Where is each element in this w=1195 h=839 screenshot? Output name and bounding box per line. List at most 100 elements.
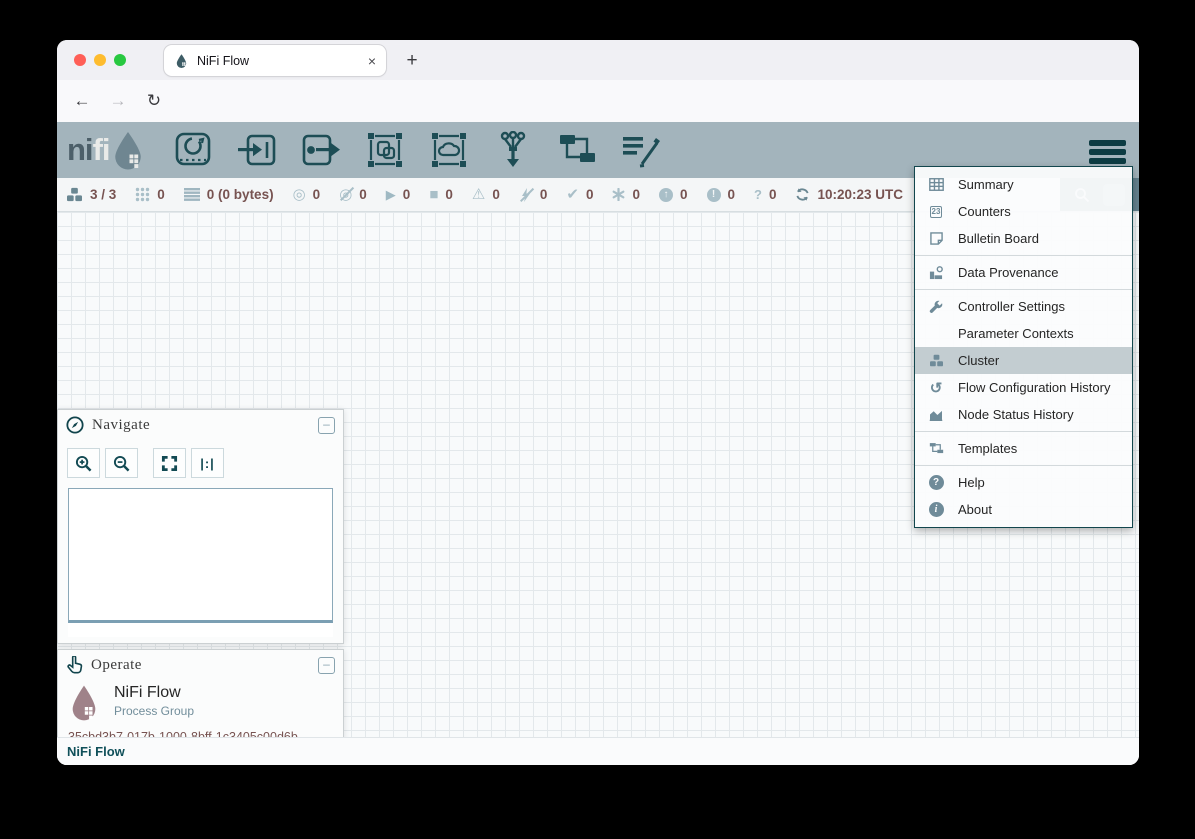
input-port-icon[interactable] [236, 131, 278, 169]
status-running: ▶ 0 [386, 187, 411, 202]
back-icon[interactable]: ← [69, 88, 95, 114]
refresh-time: 10:20:23 UTC [817, 187, 903, 202]
menu-item-help[interactable]: ? Help [915, 469, 1132, 496]
selected-flow-name: NiFi Flow [114, 684, 194, 702]
logo-text-fi: fi [93, 132, 110, 168]
selected-component: NiFi Flow Process Group [58, 680, 343, 722]
menu-item-counters[interactable]: 23 Counters [915, 198, 1132, 225]
new-tab-button[interactable]: + [399, 48, 425, 74]
template-icon[interactable] [556, 131, 598, 169]
refresh-icon[interactable] [795, 187, 810, 202]
sync-failure-icon: ? [754, 188, 762, 201]
counters-icon: 23 [927, 206, 945, 218]
menu-label: Controller Settings [958, 299, 1065, 314]
funnel-icon[interactable] [492, 131, 534, 169]
browser-tab[interactable]: NiFi Flow × [164, 45, 386, 76]
locally-modified-count: 0 [632, 187, 640, 202]
menu-item-bulletin-board[interactable]: Bulletin Board [915, 225, 1132, 252]
status-disabled: 0 [519, 187, 548, 202]
history-icon: ↺ [927, 379, 945, 397]
operate-title: Operate [91, 657, 142, 674]
menu-item-flow-configuration-history[interactable]: ↺ Flow Configuration History [915, 374, 1132, 401]
nifi-logo: nifi [67, 130, 146, 170]
birdseye-view[interactable] [68, 488, 333, 623]
reload-icon[interactable]: ↻ [141, 88, 167, 114]
running-count: 0 [403, 187, 411, 202]
processor-icon[interactable] [172, 131, 214, 169]
menu-item-parameter-contexts[interactable]: Parameter Contexts [915, 320, 1132, 347]
screenshot-stage: NiFi Flow × + ← → ↻ 192.168.40.11:8080/n… [0, 0, 1195, 839]
operate-collapse-button[interactable]: – [318, 657, 335, 674]
selected-flow-type: Process Group [114, 704, 194, 718]
menu-separator [915, 465, 1132, 466]
transmitting-icon: ◎ [293, 187, 306, 202]
status-sync-failure: ? 0 [754, 187, 776, 202]
not-transmitting-icon: ◎ [339, 187, 352, 202]
summary-icon [927, 178, 945, 191]
process-group-icon[interactable] [364, 131, 406, 169]
status-stopped: ■ 0 [429, 187, 453, 202]
zoom-out-button[interactable] [105, 448, 138, 478]
menu-item-summary[interactable]: Summary [915, 171, 1132, 198]
zoom-actual-button[interactable]: |:| [191, 448, 224, 478]
tab-title: NiFi Flow [197, 54, 368, 68]
cluster-icon [927, 354, 945, 367]
wrench-icon [927, 300, 945, 314]
navigate-tools: |:| [58, 440, 343, 484]
menu-separator [915, 255, 1132, 256]
locally-modified-stale-count: 0 [728, 187, 736, 202]
zoom-window-button[interactable] [114, 54, 126, 66]
stale-icon: ↑ [659, 188, 673, 202]
zoom-in-button[interactable] [67, 448, 100, 478]
status-queued: 0 (0 bytes) [184, 187, 274, 202]
hand-pointer-icon [66, 656, 83, 674]
cluster-count: 3 / 3 [90, 187, 116, 202]
disabled-count: 0 [540, 187, 548, 202]
help-icon: ? [927, 475, 945, 490]
output-port-icon[interactable] [300, 131, 342, 169]
up-to-date-icon: ✔ [566, 187, 579, 202]
navigate-header: Navigate – [58, 410, 343, 440]
global-menu-icon[interactable] [1089, 137, 1126, 167]
queued-icon [184, 188, 200, 201]
menu-item-controller-settings[interactable]: Controller Settings [915, 293, 1132, 320]
tab-close-icon[interactable]: × [368, 54, 376, 68]
menu-item-templates[interactable]: Templates [915, 435, 1132, 462]
up-to-date-count: 0 [586, 187, 594, 202]
menu-label: Summary [958, 177, 1014, 192]
sync-failure-count: 0 [769, 187, 777, 202]
status-locally-modified-stale: ! 0 [707, 187, 736, 202]
process-group-drop-icon [68, 684, 100, 722]
birdseye-footer [68, 623, 333, 637]
menu-label: About [958, 502, 992, 517]
label-icon[interactable] [620, 131, 662, 169]
menu-item-data-provenance[interactable]: Data Provenance [915, 259, 1132, 286]
running-icon: ▶ [386, 188, 396, 201]
disabled-icon [519, 188, 533, 202]
node-status-icon [927, 409, 945, 421]
menu-label: Flow Configuration History [958, 380, 1110, 395]
menu-item-cluster[interactable]: Cluster [915, 347, 1132, 374]
navigate-title: Navigate [92, 417, 150, 434]
stale-count: 0 [680, 187, 688, 202]
close-window-button[interactable] [74, 54, 86, 66]
component-icons [172, 131, 662, 169]
logo-text-ni: ni [67, 132, 93, 168]
transmitting-count: 0 [313, 187, 321, 202]
navigate-collapse-button[interactable]: – [318, 417, 335, 434]
minimize-window-button[interactable] [94, 54, 106, 66]
menu-item-about[interactable]: i About [915, 496, 1132, 523]
not-transmitting-count: 0 [359, 187, 367, 202]
remote-process-group-icon[interactable] [428, 131, 470, 169]
tab-strip: NiFi Flow × + [57, 40, 1139, 80]
zoom-fit-button[interactable] [153, 448, 186, 478]
status-not-transmitting: ◎ 0 [339, 187, 367, 202]
menu-item-node-status-history[interactable]: Node Status History [915, 401, 1132, 428]
grid-count: 0 [157, 187, 165, 202]
status-locally-modified: 0 [612, 187, 640, 202]
invalid-icon: ⚠ [472, 187, 485, 202]
menu-label: Counters [958, 204, 1011, 219]
breadcrumb-root[interactable]: NiFi Flow [67, 744, 125, 759]
menu-label: Bulletin Board [958, 231, 1039, 246]
browser-navbar: ← → ↻ 192.168.40.11:8080/nifi/ ☆ local [57, 80, 1139, 123]
